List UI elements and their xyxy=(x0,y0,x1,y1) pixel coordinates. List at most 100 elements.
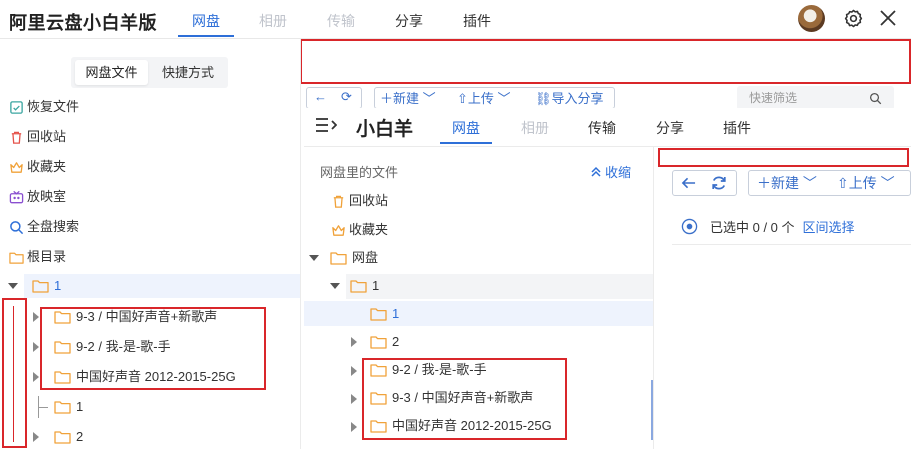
sidebar-item-label: 根目录 xyxy=(27,249,67,264)
sidebar-divider xyxy=(300,38,301,449)
outer-import-button[interactable]: ⛓导入分享 xyxy=(535,89,604,109)
app-title: 阿里云盘小白羊版 xyxy=(9,13,157,33)
selection-status: 已选中 0 / 0 个 区间选择 xyxy=(681,217,855,236)
inner-tab-plugins[interactable]: 插件 xyxy=(723,118,751,138)
tree-folder-label: 1 xyxy=(54,278,62,293)
tab-transfer[interactable]: 传输 xyxy=(327,11,355,31)
selected-tree-row xyxy=(304,301,653,326)
expand-caret-icon[interactable] xyxy=(33,372,39,382)
search-icon xyxy=(10,220,24,234)
close-icon[interactable] xyxy=(879,9,897,27)
folder-icon xyxy=(54,431,71,444)
divider xyxy=(672,244,911,245)
expand-caret-icon[interactable] xyxy=(33,312,39,322)
collapse-button[interactable]: 收缩 xyxy=(589,162,631,181)
expand-caret-icon[interactable] xyxy=(330,283,340,289)
highlight-box xyxy=(658,148,909,167)
select-circle-icon[interactable] xyxy=(681,218,698,235)
highlight-box xyxy=(2,298,27,448)
outer-new-button[interactable]: ＋新建 ﹀ xyxy=(380,89,436,109)
back-arrow-icon[interactable]: ← xyxy=(314,87,327,107)
tree-guide-line xyxy=(13,306,14,442)
expand-caret-icon[interactable] xyxy=(351,337,357,347)
chevron-up-icon xyxy=(591,166,601,177)
section-label: 网盘里的文件 xyxy=(320,165,399,180)
back-arrow-icon[interactable] xyxy=(681,176,696,190)
inner-app-title: 小白羊 xyxy=(356,119,414,140)
active-tab-indicator xyxy=(440,142,492,144)
folder-icon xyxy=(330,252,347,265)
expand-caret-icon[interactable] xyxy=(351,366,357,376)
trash-icon xyxy=(333,195,344,208)
expand-caret-icon[interactable] xyxy=(309,255,319,261)
inner-upload-button[interactable]: ⇧上传 ﹀ xyxy=(837,171,895,195)
restore-icon xyxy=(10,100,23,114)
inner-sidebar-item-recycle[interactable]: 回收站 xyxy=(331,190,388,212)
inner-tree-row[interactable]: 1 xyxy=(350,274,379,298)
tree-folder-label: 1 xyxy=(392,306,400,321)
inner-new-button[interactable]: ＋新建 ﹀ xyxy=(757,171,817,195)
folder-icon xyxy=(370,308,387,321)
nav-buttons-group: ← ⟳ xyxy=(306,87,362,109)
sidebar-segment-group: 网盘文件 快捷方式 xyxy=(71,57,228,88)
inner-tab-album[interactable]: 相册 xyxy=(521,118,549,138)
inner-sidebar-item-favorites[interactable]: 收藏夹 xyxy=(331,219,388,241)
sidebar-item-recycle[interactable]: 回收站 xyxy=(9,126,66,148)
sidebar-item-restore[interactable]: 恢复文件 xyxy=(9,96,79,118)
inner-tree-row[interactable]: 2 xyxy=(370,330,399,354)
folder-icon xyxy=(350,280,367,293)
tab-album[interactable]: 相册 xyxy=(259,11,287,31)
active-tab-indicator xyxy=(178,35,234,37)
segment-shortcuts[interactable]: 快捷方式 xyxy=(151,60,225,85)
selected-tree-row xyxy=(24,274,300,298)
sidebar-item-label: 回收站 xyxy=(27,129,67,144)
tree-folder-row[interactable]: 1 xyxy=(32,274,61,298)
crown-icon xyxy=(10,161,23,173)
avatar[interactable] xyxy=(798,5,825,32)
sidebar-item-search[interactable]: 全盘搜索 xyxy=(9,216,79,238)
sidebar-divider xyxy=(653,146,654,449)
inner-nav-buttons-group xyxy=(672,170,737,196)
expand-caret-icon[interactable] xyxy=(8,283,18,289)
crown-icon xyxy=(332,224,345,236)
inner-tab-netdisk[interactable]: 网盘 xyxy=(452,118,480,138)
inner-actions-group: ＋新建 ﹀ ⇧上传 ﹀ xyxy=(748,170,911,196)
tab-netdisk[interactable]: 网盘 xyxy=(192,11,220,31)
gear-icon[interactable] xyxy=(843,8,864,29)
inner-tab-share[interactable]: 分享 xyxy=(656,118,684,138)
inner-tree-row[interactable]: 网盘 xyxy=(330,246,378,270)
expand-caret-icon[interactable] xyxy=(33,432,39,442)
highlight-box xyxy=(300,39,911,84)
sidebar-item-favorites[interactable]: 收藏夹 xyxy=(9,156,66,178)
segment-netdisk-files[interactable]: 网盘文件 xyxy=(75,60,148,85)
inner-tree-row[interactable]: 1 xyxy=(370,302,399,326)
tv-icon xyxy=(9,190,24,203)
folder-icon xyxy=(54,401,71,414)
tree-folder-label: 1 xyxy=(372,278,380,293)
folder-icon xyxy=(32,280,49,293)
hover-tree-row xyxy=(346,274,653,299)
expand-caret-icon[interactable] xyxy=(351,422,357,432)
expand-caret-icon[interactable] xyxy=(351,394,357,404)
scrollbar[interactable] xyxy=(651,380,653,440)
tab-plugins[interactable]: 插件 xyxy=(463,11,491,31)
trash-icon xyxy=(11,131,22,144)
tree-folder-row[interactable]: 2 xyxy=(54,425,83,449)
range-select-link[interactable]: 区间选择 xyxy=(803,217,855,236)
sidebar-item-cinema[interactable]: 放映室 xyxy=(9,186,66,208)
expand-caret-icon[interactable] xyxy=(33,342,39,352)
sidebar-item-root[interactable]: 根目录 xyxy=(9,246,66,268)
menu-icon[interactable] xyxy=(315,116,337,134)
outer-upload-button[interactable]: ⇧上传 ﹀ xyxy=(457,89,511,109)
tab-share[interactable]: 分享 xyxy=(395,11,423,31)
tree-folder-label: 2 xyxy=(392,334,400,349)
quick-filter-input[interactable]: 快速筛选 xyxy=(737,86,894,110)
folder-icon xyxy=(370,336,387,349)
sidebar-item-label: 全盘搜索 xyxy=(27,219,80,234)
inner-tab-transfer[interactable]: 传输 xyxy=(588,118,616,138)
tree-folder-row[interactable]: 1 xyxy=(54,395,83,419)
sidebar-item-label: 回收站 xyxy=(349,193,389,208)
refresh-icon[interactable]: ⟳ xyxy=(341,87,352,107)
refresh-icon[interactable] xyxy=(711,175,727,191)
tree-folder-label: 网盘 xyxy=(352,250,379,265)
